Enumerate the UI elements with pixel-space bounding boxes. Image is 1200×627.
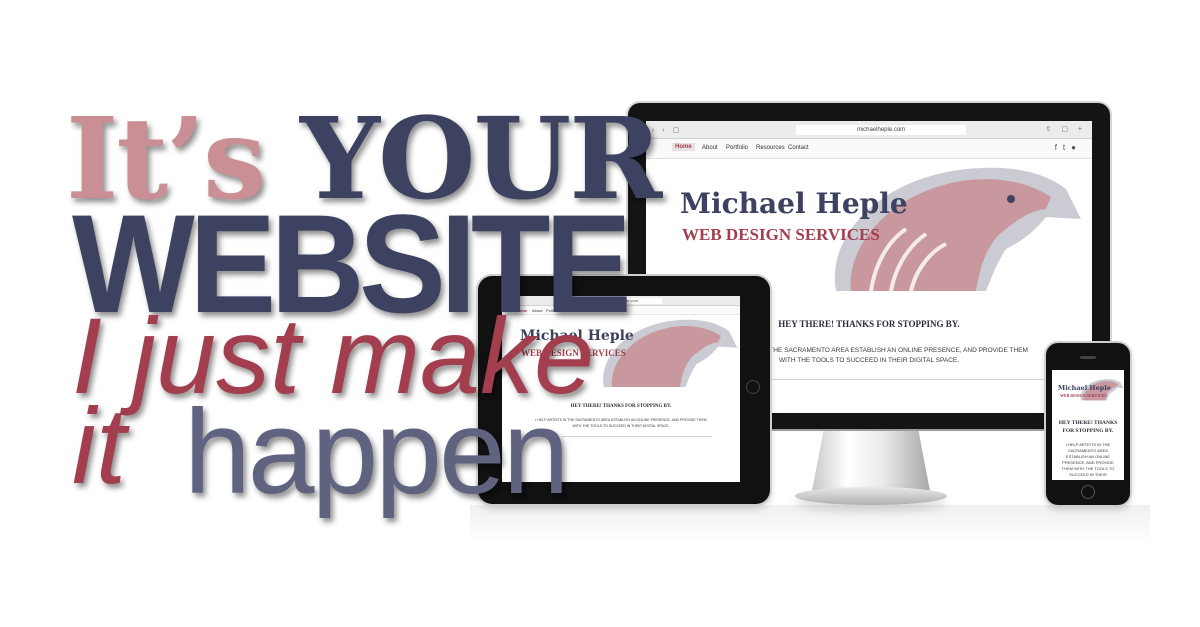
tablet-nav-about[interactable]: About — [532, 308, 542, 313]
phone-intro-text: I HELP ARTISTS IN THE SACRAMENTO AREA ES… — [1061, 442, 1115, 477]
tablet-camera — [488, 384, 493, 389]
tablet-home-button[interactable] — [746, 380, 760, 394]
hero-section: Michael Heple WEB DESIGN SERVICES — [646, 159, 1092, 291]
tablet-site-subtitle: WEB DESIGN SERVICES — [521, 348, 626, 358]
monitor-stand — [812, 429, 930, 491]
tablet-nav-resources[interactable]: Resources — [564, 308, 583, 313]
phone-greeting-line-2: FOR STOPPING BY. — [1062, 428, 1114, 434]
browser-toolbar: ‹ › ▢ michaelheple.com ⇧ ▢ + — [646, 121, 1092, 139]
site-navbar: Home About Portfolio Resources Contact f… — [646, 139, 1092, 159]
phone-greeting-line-1: HEY THERE! THANKS — [1058, 420, 1118, 426]
tablet-screen: michaelheple.com Home About Portfolio Re… — [502, 296, 740, 482]
browser-nav-buttons[interactable]: ‹ › ▢ — [652, 126, 682, 134]
site-title: Michael Heple — [680, 187, 908, 220]
tablet-nav-home[interactable]: Home — [516, 308, 527, 313]
twitter-icon[interactable]: t — [1063, 143, 1071, 152]
github-icon[interactable]: ● — [1071, 143, 1082, 152]
browser-action-icons[interactable]: ⇧ ▢ + — [1046, 125, 1086, 133]
nav-home[interactable]: Home — [672, 143, 695, 151]
headline-its: It’s — [66, 94, 266, 225]
tablet-nav-portfolio[interactable]: Portfolio — [546, 308, 561, 313]
headline-your: YOUR — [300, 94, 662, 225]
phone-site-title: Michael Heple — [1058, 384, 1111, 392]
phone-site-subtitle: WEB DESIGN SERVICES — [1060, 393, 1107, 398]
nav-contact[interactable]: Contact — [788, 145, 809, 151]
facebook-icon[interactable]: f — [1055, 143, 1063, 152]
section-divider — [766, 379, 1046, 380]
monitor-base — [795, 487, 947, 505]
tablet-intro-line-2: WITH THE TOOLS TO SUCCEED IN THEIR DIGIT… — [572, 424, 670, 428]
tablet-divider — [562, 436, 712, 437]
device-reflection — [470, 505, 1150, 545]
tablet-greeting-heading: HEY THERE! THANKS FOR STOPPING BY. — [570, 404, 672, 409]
phone-home-button[interactable] — [1081, 485, 1095, 499]
headline-it: it — [72, 385, 126, 506]
social-icons: ft● — [1055, 143, 1082, 152]
nav-about[interactable]: About — [702, 145, 718, 151]
tablet-intro-line-1: I HELP ARTISTS IN THE SACRAMENTO AREA ES… — [535, 418, 707, 422]
site-subtitle: WEB DESIGN SERVICES — [682, 225, 880, 244]
tablet-nav-contact[interactable]: Contact — [582, 308, 596, 313]
nav-resources[interactable]: Resources — [756, 145, 785, 151]
tablet-address-bar[interactable]: michaelheple.com — [582, 298, 662, 304]
phone-device: Michael Heple WEB DESIGN SERVICES HEY TH… — [1046, 343, 1130, 505]
tablet-site-navbar: Home About Portfolio Resources Contact — [502, 306, 740, 315]
tablet-browser-bar: michaelheple.com — [502, 296, 740, 306]
tablet-device: michaelheple.com Home About Portfolio Re… — [478, 276, 770, 504]
nav-portfolio[interactable]: Portfolio — [726, 145, 748, 151]
browser-address-bar[interactable]: michaelheple.com — [796, 125, 966, 135]
phone-speaker — [1080, 356, 1096, 359]
tablet-site-title: Michael Heple — [520, 328, 634, 344]
phone-screen: Michael Heple WEB DESIGN SERVICES HEY TH… — [1052, 370, 1124, 480]
